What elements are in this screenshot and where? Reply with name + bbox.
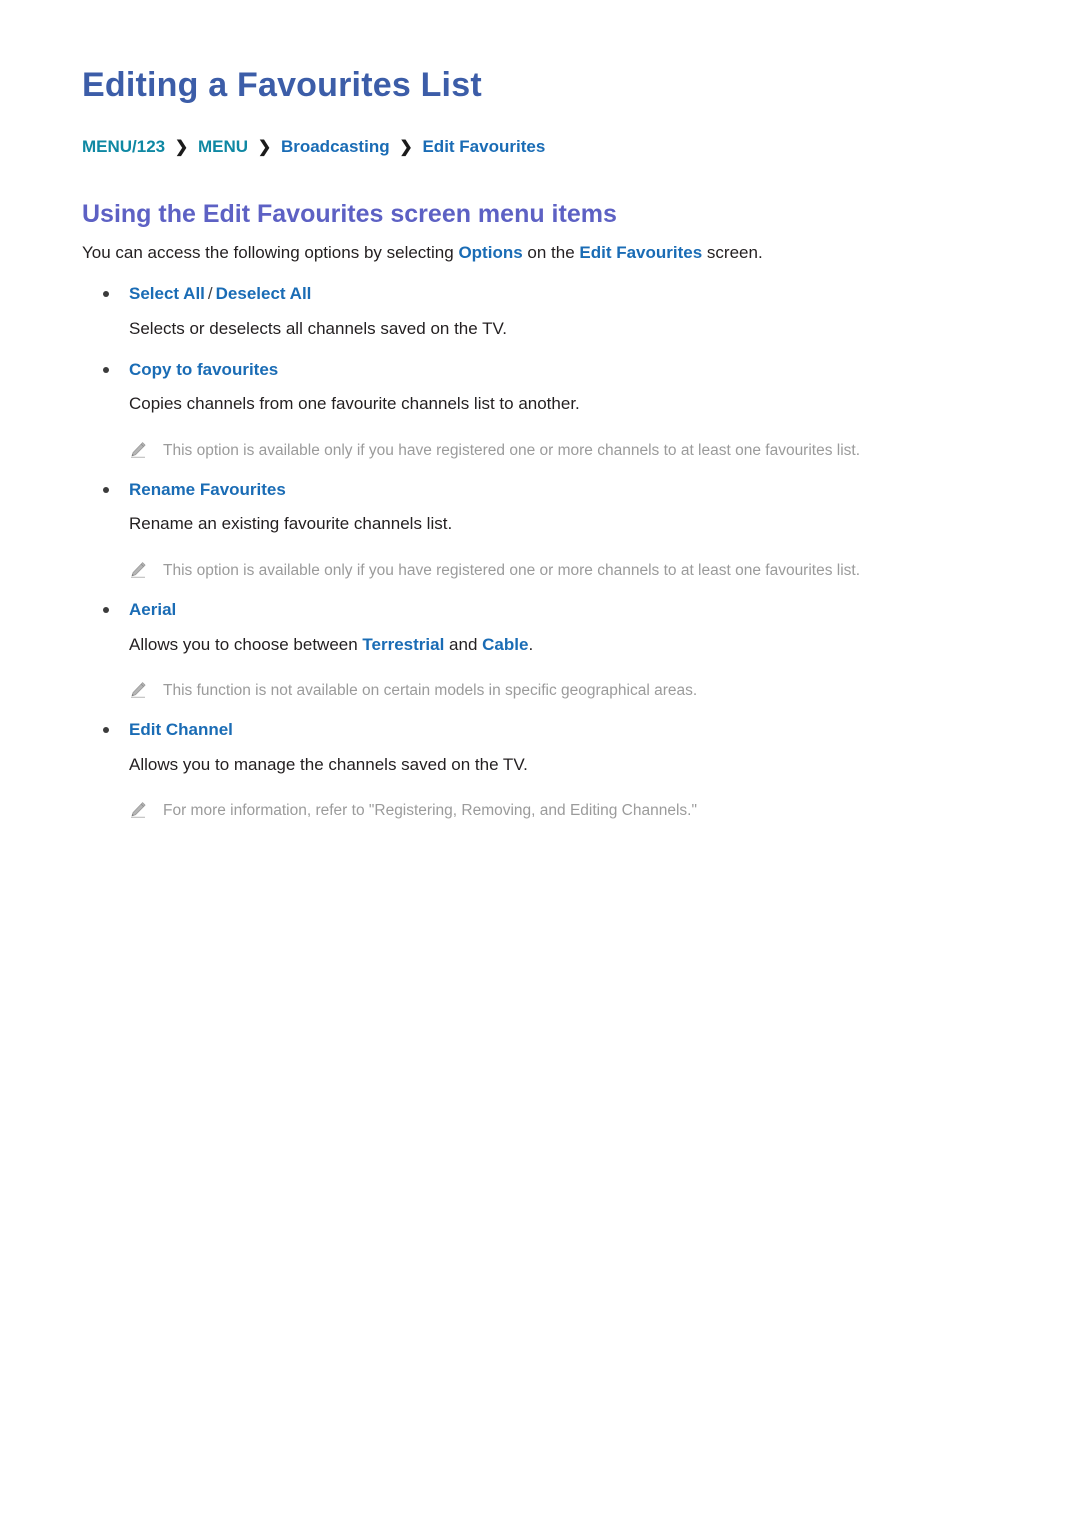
- pencil-icon: [131, 682, 146, 699]
- option-description: Rename an existing favourite channels li…: [129, 514, 453, 534]
- intro-text-part3: screen.: [702, 243, 763, 263]
- option-description: Selects or deselects all channels saved …: [129, 318, 508, 338]
- bullet-icon: [103, 726, 109, 733]
- breadcrumb-item-edit-favourites[interactable]: Edit Favourites: [422, 137, 545, 156]
- intro-text-part2: on the: [522, 243, 580, 263]
- option-edit-channel: Edit Channel Allows you to manage the ch…: [82, 702, 998, 822]
- option-label-select-all[interactable]: Select All: [129, 284, 205, 303]
- note-row: This function is not available on certai…: [82, 657, 998, 702]
- chevron-right-icon: ❯: [399, 139, 413, 157]
- intro-text-part1: You can access the following options by …: [82, 243, 459, 263]
- option-label-aerial[interactable]: Aerial: [129, 600, 176, 619]
- option-description: Copies channels from one favourite chann…: [129, 394, 580, 414]
- pencil-icon: [131, 802, 146, 819]
- note-row: This option is available only if you hav…: [82, 537, 998, 582]
- option-rename-favourites: Rename Favourites Rename an existing fav…: [82, 462, 998, 582]
- note-row: This option is available only if you hav…: [82, 417, 998, 462]
- option-label-edit-channel[interactable]: Edit Channel: [129, 720, 233, 739]
- bullet-icon: [103, 606, 109, 613]
- option-label-deselect-all[interactable]: Deselect All: [216, 284, 312, 303]
- option-label-separator: /: [207, 284, 213, 304]
- section-intro-paragraph: You can access the following options by …: [82, 229, 998, 266]
- option-select-all: Select All / Deselect All Selects or desel…: [82, 266, 998, 341]
- option-desc-part2: and: [444, 634, 483, 654]
- page-title: Editing a Favourites List: [82, 66, 482, 104]
- breadcrumb: MENU/123 ❯ MENU ❯ Broadcasting ❯ Edit Fa…: [82, 137, 998, 157]
- option-aerial: Aerial Allows you to choose between Terr…: [82, 582, 998, 702]
- option-desc-part1: Allows you to choose between: [129, 634, 363, 654]
- keyword-edit-favourites: Edit Favourites: [579, 243, 703, 263]
- keyword-cable: Cable: [482, 634, 529, 654]
- breadcrumb-item-broadcasting[interactable]: Broadcasting: [281, 137, 390, 156]
- option-title: Rename Favourites: [82, 478, 998, 502]
- option-label-rename-favourites[interactable]: Rename Favourites: [129, 480, 286, 499]
- keyword-options: Options: [458, 243, 523, 263]
- section-heading: Using the Edit Favourites screen menu it…: [82, 200, 617, 229]
- breadcrumb-item-menu[interactable]: MENU: [198, 137, 248, 156]
- note-text: This option is available only if you hav…: [163, 562, 861, 580]
- chevron-right-icon: ❯: [257, 139, 272, 157]
- bullet-icon: [103, 291, 109, 298]
- option-desc-part3: .: [528, 634, 534, 654]
- bullet-icon: [103, 486, 109, 493]
- option-title: Edit Channel: [82, 718, 998, 742]
- pencil-icon: [131, 562, 146, 578]
- document-page: Editing a Favourites List MENU/123 ❯ MEN…: [0, 0, 1080, 1527]
- option-label-copy-to-favourites[interactable]: Copy to favourites: [129, 360, 278, 379]
- note-text: This function is not available on certai…: [163, 682, 698, 700]
- bullet-icon: [103, 366, 109, 373]
- pencil-icon: [131, 442, 146, 458]
- option-copy-to-favourites: Copy to favourites Copies channels from …: [82, 342, 998, 462]
- note-row: For more information, refer to "Register…: [82, 777, 998, 822]
- option-description: Allows you to choose between Terrestrial…: [82, 622, 998, 658]
- option-title: Copy to favourites: [82, 358, 998, 382]
- note-text: For more information, refer to "Register…: [163, 802, 697, 820]
- note-text: This option is available only if you hav…: [163, 442, 861, 459]
- keyword-terrestrial: Terrestrial: [362, 634, 445, 654]
- option-description: Allows you to manage the channels saved …: [129, 754, 528, 774]
- breadcrumb-item-menu123[interactable]: MENU/123: [82, 137, 165, 156]
- option-title: Aerial: [82, 598, 998, 622]
- option-title: Select All / Deselect All: [82, 282, 998, 306]
- chevron-right-icon: ❯: [174, 139, 189, 157]
